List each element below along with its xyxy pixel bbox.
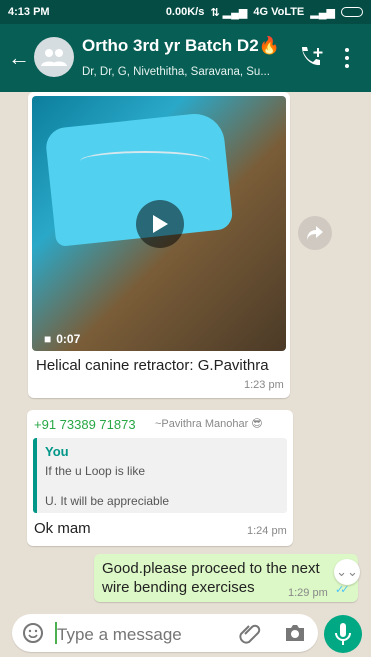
- read-receipt-icon: ✓✓: [335, 584, 350, 596]
- more-vert-icon[interactable]: [344, 48, 350, 72]
- attach-icon[interactable]: [239, 622, 261, 649]
- quoted-message[interactable]: You If the u Loop is like U. It will be …: [33, 438, 287, 513]
- video-caption: Helical canine retractor: G.Pavithra: [36, 357, 269, 374]
- reply-text: Ok mam: [34, 520, 91, 537]
- status-time: 4:13 PM: [8, 6, 50, 18]
- group-title[interactable]: Ortho 3rd yr Batch D2🔥: [82, 36, 282, 56]
- message-input[interactable]: [55, 624, 237, 646]
- message-composer[interactable]: [12, 614, 318, 652]
- group-avatar[interactable]: [34, 37, 74, 77]
- signal-icon-2: ▂▄▆: [310, 6, 335, 19]
- video-thumbnail[interactable]: ■ 0:07: [32, 96, 286, 351]
- play-button[interactable]: [136, 200, 184, 248]
- status-indicators: 0.00K/s ⇅ ▂▄▆ 4G VoLTE ▂▄▆: [166, 6, 363, 19]
- sender-phone[interactable]: +91 73389 71873: [34, 417, 136, 432]
- chat-area[interactable]: ■ 0:07 Helical canine retractor: G.Pavith…: [0, 92, 371, 657]
- video-camera-icon: ■: [44, 332, 52, 346]
- video-duration: ■ 0:07: [44, 332, 80, 346]
- sender-name: ~Pavithra Manohar 😎: [155, 418, 263, 430]
- video-message-time: 1:23 pm: [244, 379, 284, 391]
- back-arrow-icon[interactable]: ←: [8, 47, 30, 69]
- outgoing-message-time: 1:29 pm: [288, 587, 328, 599]
- forward-button[interactable]: [298, 216, 332, 250]
- emoji-icon[interactable]: [22, 622, 44, 649]
- wire-image: [80, 151, 210, 171]
- signal-icon: ⇅ ▂▄▆: [210, 6, 248, 19]
- quoted-text-line-2: U. It will be appreciable: [45, 494, 170, 508]
- network-speed: 0.00K/s: [165, 6, 205, 18]
- add-call-icon[interactable]: [298, 46, 324, 75]
- camera-icon[interactable]: [284, 623, 306, 648]
- group-members[interactable]: Dr, Dr, G, Nivethitha, Saravana, Su...: [82, 66, 288, 78]
- forward-icon: [307, 226, 323, 240]
- reply-message-time: 1:24 pm: [247, 525, 287, 537]
- status-bar: 4:13 PM 0.00K/s ⇅ ▂▄▆ 4G VoLTE ▂▄▆: [0, 0, 371, 24]
- double-chevron-down-icon: ⌄⌄: [336, 564, 358, 579]
- chat-header[interactable]: ← Ortho 3rd yr Batch D2🔥 Dr, Dr, G, Nive…: [0, 24, 371, 92]
- battery-icon: [341, 7, 363, 17]
- video-message[interactable]: ■ 0:07 Helical canine retractor: G.Pavith…: [28, 92, 290, 398]
- connection-label: 4G VoLTE: [253, 6, 305, 18]
- quoted-text-line-1: If the u Loop is like: [45, 464, 146, 478]
- microphone-button[interactable]: [324, 615, 362, 653]
- outgoing-message[interactable]: Good.please proceed to the next wire ben…: [94, 554, 358, 602]
- reply-message[interactable]: +91 73389 71873 ~Pavithra Manohar 😎 You …: [27, 410, 293, 546]
- quoted-author: You: [45, 444, 69, 459]
- microphone-icon: [335, 622, 351, 645]
- scroll-down-button[interactable]: ⌄⌄: [334, 559, 360, 585]
- group-people-icon: [41, 49, 67, 66]
- video-duration-text: 0:07: [56, 332, 81, 346]
